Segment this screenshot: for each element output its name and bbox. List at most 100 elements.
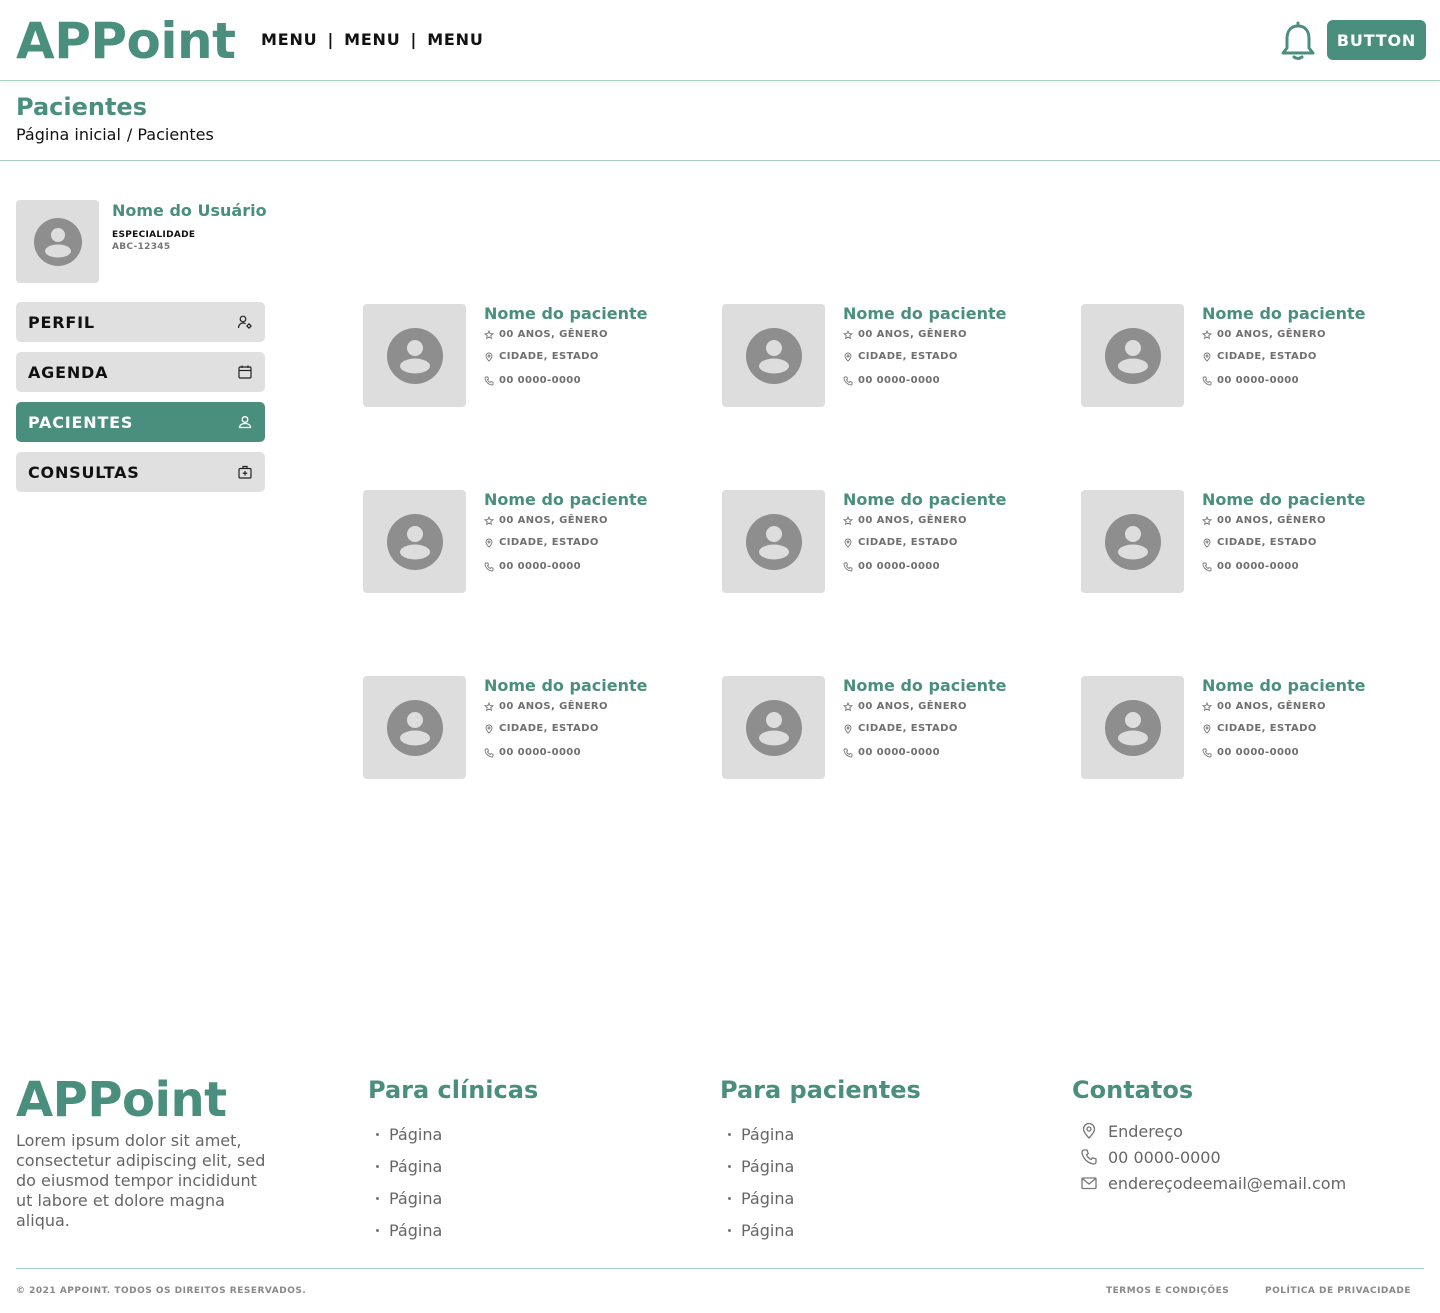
bell-icon[interactable] bbox=[1280, 21, 1316, 61]
patient-phone: 00 0000-0000 bbox=[843, 375, 940, 386]
patient-phone: 00 0000-0000 bbox=[1202, 561, 1299, 572]
phone-icon bbox=[1202, 562, 1212, 571]
bullet-icon bbox=[728, 1228, 731, 1232]
patient-card[interactable]: Nome do paciente 00 ANOS, GÊNERO CIDADE, E… bbox=[722, 490, 1022, 594]
phone-icon bbox=[843, 376, 853, 385]
nav-menu-1[interactable]: MENU bbox=[261, 30, 317, 49]
patient-location-text: CIDADE, ESTADO bbox=[858, 537, 958, 548]
patient-card[interactable]: Nome do paciente 00 ANOS, GÊNERO CIDADE, E… bbox=[722, 304, 1022, 408]
footer-link[interactable]: Página bbox=[368, 1214, 538, 1246]
star-icon bbox=[1202, 515, 1212, 525]
patient-card[interactable]: Nome do paciente 00 ANOS, GÊNERO CIDADE, E… bbox=[363, 490, 663, 594]
footer-link[interactable]: Página bbox=[720, 1118, 921, 1150]
phone-icon bbox=[484, 376, 494, 385]
patient-avatar bbox=[363, 490, 466, 593]
app-logo[interactable]: APPoint bbox=[16, 12, 236, 70]
nav-menu-2[interactable]: MENU bbox=[344, 30, 400, 49]
footer-logo[interactable]: APPoint bbox=[16, 1073, 227, 1127]
location-pin-icon bbox=[1203, 352, 1211, 362]
patient-age-gender-text: 00 ANOS, GÊNERO bbox=[1217, 515, 1326, 526]
patient-name[interactable]: Nome do paciente bbox=[484, 490, 647, 509]
contact-phone[interactable]: 00 0000-0000 bbox=[1072, 1144, 1346, 1170]
patient-location: CIDADE, ESTADO bbox=[1202, 351, 1317, 362]
location-pin-icon bbox=[844, 538, 852, 548]
bullet-icon bbox=[376, 1196, 379, 1200]
patient-age-gender-text: 00 ANOS, GÊNERO bbox=[499, 515, 608, 526]
patient-age-gender-text: 00 ANOS, GÊNERO bbox=[858, 329, 967, 340]
patient-card[interactable]: Nome do paciente 00 ANOS, GÊNERO CIDADE, E… bbox=[1081, 490, 1381, 594]
patient-avatar bbox=[363, 676, 466, 779]
footer-link[interactable]: Página bbox=[368, 1150, 538, 1182]
footer-link[interactable]: Página bbox=[720, 1182, 921, 1214]
sidebar-item-perfil[interactable]: PERFIL bbox=[16, 302, 265, 342]
patient-age-gender: 00 ANOS, GÊNERO bbox=[484, 329, 608, 340]
phone-icon bbox=[1202, 376, 1212, 385]
top-header: APPoint MENU | MENU | MENU BUTTON bbox=[0, 0, 1440, 81]
terms-link[interactable]: TERMOS E CONDIÇÕES bbox=[1106, 1286, 1229, 1296]
patient-card[interactable]: Nome do paciente 00 ANOS, GÊNERO CIDADE, E… bbox=[722, 676, 1022, 780]
patient-location-text: CIDADE, ESTADO bbox=[858, 351, 958, 362]
nav-menu-3[interactable]: MENU bbox=[427, 30, 483, 49]
avatar-icon bbox=[386, 513, 443, 570]
divider bbox=[0, 160, 1440, 161]
footer-link-label: Página bbox=[741, 1124, 795, 1144]
sidebar-item-label: CONSULTAS bbox=[28, 462, 140, 482]
patient-name[interactable]: Nome do paciente bbox=[843, 304, 1006, 323]
contact-email[interactable]: endereçodeemail@email.com bbox=[1072, 1170, 1346, 1196]
contact-email-text: endereçodeemail@email.com bbox=[1108, 1173, 1347, 1193]
sidebar-item-consultas[interactable]: CONSULTAS bbox=[16, 452, 265, 492]
patient-card[interactable]: Nome do paciente 00 ANOS, GÊNERO CIDADE, E… bbox=[1081, 676, 1381, 780]
footer-link[interactable]: Página bbox=[368, 1182, 538, 1214]
location-pin-icon bbox=[1082, 1122, 1096, 1139]
user-settings-icon bbox=[237, 315, 252, 329]
privacy-link[interactable]: POLÍTICA DE PRIVACIDADE bbox=[1265, 1286, 1411, 1296]
patient-name[interactable]: Nome do paciente bbox=[1202, 304, 1365, 323]
sidebar-item-pacientes[interactable]: PACIENTES bbox=[16, 402, 265, 442]
header-button[interactable]: BUTTON bbox=[1327, 20, 1426, 60]
footer-link-label: Página bbox=[389, 1156, 443, 1176]
star-icon bbox=[484, 515, 494, 525]
patient-age-gender: 00 ANOS, GÊNERO bbox=[1202, 329, 1326, 340]
patient-name[interactable]: Nome do paciente bbox=[1202, 490, 1365, 509]
patient-phone-text: 00 0000-0000 bbox=[858, 747, 941, 758]
footer-link[interactable]: Página bbox=[720, 1150, 921, 1182]
footer-link[interactable]: Página bbox=[368, 1118, 538, 1150]
nav-separator: | bbox=[410, 30, 418, 49]
patient-avatar bbox=[1081, 490, 1184, 593]
patient-location-text: CIDADE, ESTADO bbox=[1217, 723, 1317, 734]
footer-link[interactable]: Página bbox=[720, 1214, 921, 1246]
footer-contacts-title: Contatos bbox=[1072, 1076, 1194, 1104]
phone-icon bbox=[484, 748, 494, 757]
top-nav: MENU | MENU | MENU bbox=[261, 30, 484, 49]
patient-phone: 00 0000-0000 bbox=[1202, 375, 1299, 386]
bullet-icon bbox=[376, 1164, 379, 1168]
patient-phone-text: 00 0000-0000 bbox=[1217, 561, 1300, 572]
patient-name[interactable]: Nome do paciente bbox=[843, 676, 1006, 695]
location-pin-icon bbox=[485, 724, 493, 734]
phone-icon bbox=[1202, 748, 1212, 757]
patient-location: CIDADE, ESTADO bbox=[843, 723, 958, 734]
contact-phone-text: 00 0000-0000 bbox=[1108, 1147, 1221, 1167]
patient-age-gender: 00 ANOS, GÊNERO bbox=[484, 701, 608, 712]
sidebar-item-agenda[interactable]: AGENDA bbox=[16, 352, 265, 392]
breadcrumb-current: / Pacientes bbox=[126, 125, 214, 144]
breadcrumb-home[interactable]: Página inicial bbox=[16, 125, 121, 144]
nav-separator: | bbox=[327, 30, 335, 49]
patient-location: CIDADE, ESTADO bbox=[484, 723, 599, 734]
calendar-icon bbox=[238, 365, 252, 379]
patient-name[interactable]: Nome do paciente bbox=[484, 304, 647, 323]
patient-avatar bbox=[722, 490, 825, 593]
patient-card[interactable]: Nome do paciente 00 ANOS, GÊNERO CIDADE, E… bbox=[363, 676, 663, 780]
user-code: ABC-12345 bbox=[112, 242, 171, 252]
patient-name[interactable]: Nome do paciente bbox=[1202, 676, 1365, 695]
patient-location-text: CIDADE, ESTADO bbox=[499, 537, 599, 548]
patient-name[interactable]: Nome do paciente bbox=[843, 490, 1006, 509]
patient-age-gender-text: 00 ANOS, GÊNERO bbox=[858, 701, 967, 712]
footer-clinics-title: Para clínicas bbox=[368, 1076, 539, 1104]
patient-name[interactable]: Nome do paciente bbox=[484, 676, 647, 695]
patient-card[interactable]: Nome do paciente 00 ANOS, GÊNERO CIDADE, E… bbox=[363, 304, 663, 408]
patient-phone: 00 0000-0000 bbox=[843, 561, 940, 572]
footer-clinics-column: Para clínicas Página Página Página Págin… bbox=[368, 1076, 538, 1246]
footer-patients-column: Para pacientes Página Página Página Pági… bbox=[720, 1076, 921, 1246]
patient-card[interactable]: Nome do paciente 00 ANOS, GÊNERO CIDADE, E… bbox=[1081, 304, 1381, 408]
